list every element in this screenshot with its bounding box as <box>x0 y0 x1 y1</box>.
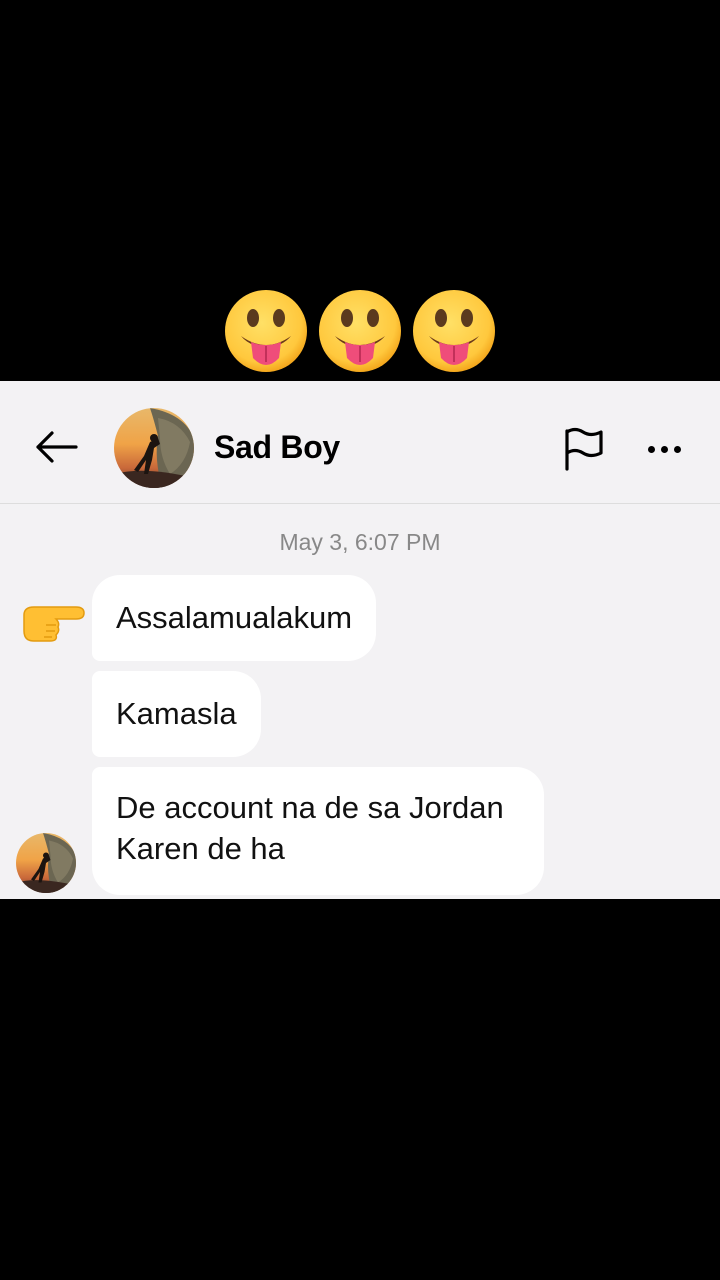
message-bubble[interactable]: Kamasla <box>92 671 261 757</box>
tongue-out-face-icon <box>223 288 309 374</box>
flag-icon <box>565 427 603 471</box>
more-options-button[interactable] <box>638 429 690 469</box>
more-horizontal-icon <box>660 445 668 453</box>
report-button[interactable] <box>560 425 608 473</box>
message-bubble[interactable]: Assalamualakum <box>92 575 377 661</box>
message-bubble[interactable]: De account na de sa Jordan Karen de ha <box>92 767 544 895</box>
arrow-left-icon <box>36 431 78 463</box>
back-button[interactable] <box>28 425 84 469</box>
chat-screen: Sad Boy May 3, 6:07 PM Assalamualakum Ka… <box>0 381 720 899</box>
message-timestamp: May 3, 6:07 PM <box>279 529 441 555</box>
more-horizontal-icon <box>673 445 681 453</box>
sender-avatar[interactable] <box>16 833 76 893</box>
chat-header: Sad Boy <box>0 381 720 504</box>
contact-name[interactable]: Sad Boy <box>214 429 340 466</box>
tongue-out-face-icon <box>317 288 403 374</box>
contact-avatar[interactable] <box>114 408 194 488</box>
emoji-overlay <box>0 288 720 380</box>
tongue-out-face-icon <box>411 288 497 374</box>
pointing-right-hand-icon <box>20 595 86 645</box>
more-horizontal-icon <box>647 445 655 453</box>
